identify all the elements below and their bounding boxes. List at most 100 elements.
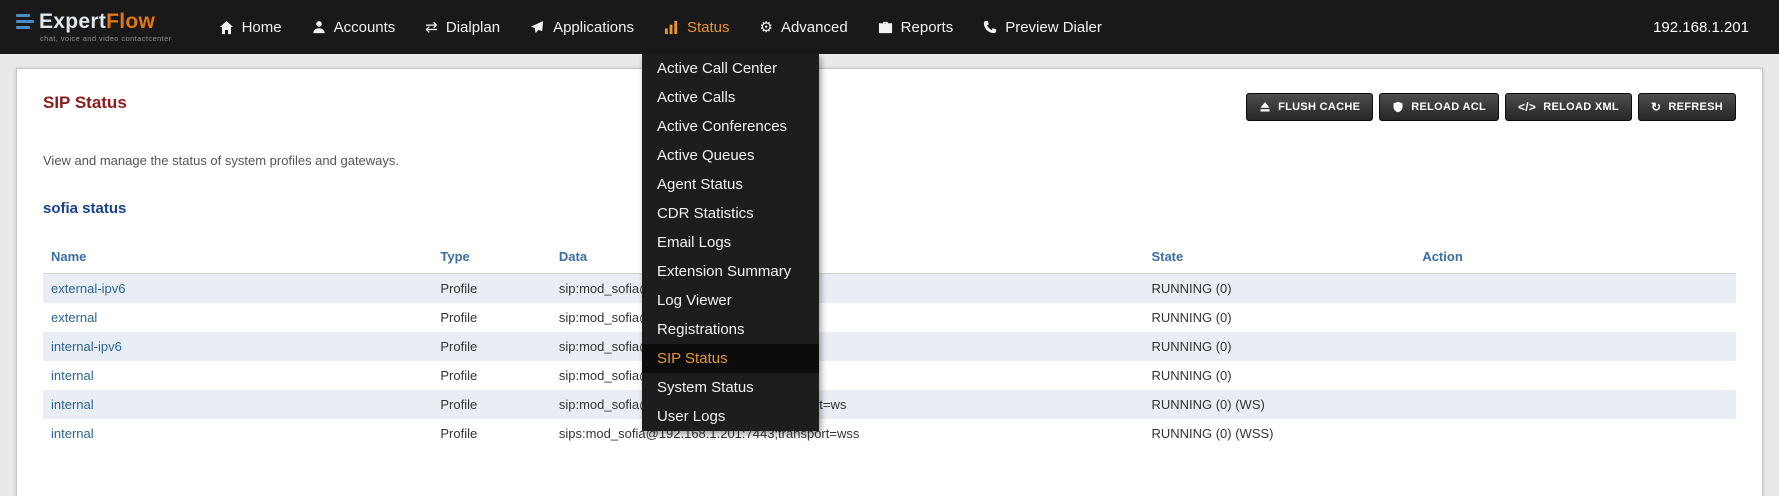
menu-item-extension-summary[interactable]: Extension Summary [642, 257, 819, 286]
nav-item-label: Home [242, 19, 282, 36]
screen: ExpertFlow chat, voice and video contact… [0, 0, 1779, 496]
nav-item-label: Dialplan [446, 19, 500, 36]
profile-name-link[interactable]: internal [51, 426, 94, 441]
menu-item-active-call-center[interactable]: Active Call Center [642, 54, 819, 83]
profile-name-link[interactable]: external-ipv6 [51, 281, 125, 296]
profile-type: Profile [432, 361, 551, 390]
menu-item-log-viewer[interactable]: Log Viewer [642, 286, 819, 315]
profile-name-link[interactable]: external [51, 310, 97, 325]
profile-action [1414, 361, 1736, 390]
bar-chart-icon [664, 20, 679, 35]
refresh-button[interactable]: ↻ REFRESH [1638, 93, 1736, 121]
nav-item-status[interactable]: Status Active Call Center Active Calls A… [649, 0, 745, 54]
profile-type: Profile [432, 390, 551, 419]
profile-action [1414, 390, 1736, 419]
home-icon [219, 20, 234, 35]
flush-cache-label: FLUSH CACHE [1278, 101, 1360, 113]
shield-icon [1392, 101, 1404, 113]
menu-item-sip-status[interactable]: SIP Status [642, 344, 819, 373]
nav-item-accounts[interactable]: Accounts [297, 0, 411, 54]
profile-data: sips:mod_sofia@192.168.1.201:7443;transp… [551, 419, 1144, 448]
profile-type: Profile [432, 303, 551, 332]
logo-bars-icon [16, 14, 34, 29]
nav-item-label: Preview Dialer [1005, 19, 1102, 36]
profile-action [1414, 303, 1736, 332]
page-title: SIP Status [43, 93, 127, 113]
menu-item-system-status[interactable]: System Status [642, 373, 819, 402]
nav-item-applications[interactable]: Applications [515, 0, 649, 54]
logo-tagline: chat, voice and video contactcenter [40, 35, 172, 43]
code-icon: </> [1518, 100, 1536, 114]
menu-item-active-calls[interactable]: Active Calls [642, 83, 819, 112]
profile-name-link[interactable]: internal [51, 368, 94, 383]
brand-flow: Flow [106, 11, 155, 32]
table-row: internal Profile sips:mod_sofia@192.168.… [43, 419, 1736, 448]
column-header-name: Name [43, 241, 432, 274]
profile-action [1414, 274, 1736, 304]
profile-state: RUNNING (0) (WS) [1143, 390, 1414, 419]
table-row: internal Profile sip:mod_sofia@192.168.1… [43, 361, 1736, 390]
profile-name-link[interactable]: internal-ipv6 [51, 339, 122, 354]
page-description: View and manage the status of system pro… [43, 153, 1736, 168]
menu-item-agent-status[interactable]: Agent Status [642, 170, 819, 199]
server-ip: 192.168.1.201 [1653, 19, 1749, 36]
menu-item-cdr-statistics[interactable]: CDR Statistics [642, 199, 819, 228]
section-heading: sofia status [43, 200, 1736, 217]
toolbar: FLUSH CACHE RELOAD ACL </> RELOAD XML ↻ … [1246, 93, 1736, 121]
column-header-data: Data [551, 241, 1144, 274]
refresh-label: REFRESH [1668, 101, 1723, 113]
nav-item-reports[interactable]: Reports [863, 0, 969, 54]
profile-name-link[interactable]: internal [51, 397, 94, 412]
profile-action [1414, 332, 1736, 361]
nav-item-label: Advanced [781, 19, 848, 36]
megaphone-icon [530, 20, 545, 35]
menu-item-email-logs[interactable]: Email Logs [642, 228, 819, 257]
profile-data: sip:mod_sofia@192.168.1.201:5072;transpo… [551, 390, 1144, 419]
menu-item-active-queues[interactable]: Active Queues [642, 141, 819, 170]
nav-item-preview-dialer[interactable]: Preview Dialer [968, 0, 1117, 54]
nav-item-label: Status [687, 19, 730, 36]
nav-item-label: Applications [553, 19, 634, 36]
table-row: internal Profile sip:mod_sofia@192.168.1… [43, 390, 1736, 419]
table-row: external-ipv6 Profile sip:mod_sofia@[::1… [43, 274, 1736, 304]
eject-icon [1259, 101, 1271, 113]
reload-acl-label: RELOAD ACL [1411, 101, 1486, 113]
menu-item-user-logs[interactable]: User Logs [642, 402, 819, 431]
card-header: SIP Status FLUSH CACHE RELOAD ACL </> RE… [43, 93, 1736, 121]
menu-item-active-conferences[interactable]: Active Conferences [642, 112, 819, 141]
profile-state: RUNNING (0) (WSS) [1143, 419, 1414, 448]
profile-action [1414, 419, 1736, 448]
nav-item-label: Reports [901, 19, 954, 36]
main-nav: Home Accounts ⇄ Dialplan Applications St… [204, 0, 1117, 54]
status-dropdown-menu: Active Call Center Active Calls Active C… [642, 54, 819, 431]
profile-data: sip:mod_sofia@192.168.1.201:5060 [551, 361, 1144, 390]
column-header-type: Type [432, 241, 551, 274]
refresh-icon: ↻ [1651, 100, 1661, 114]
table-header-row: Name Type Data State Action [43, 241, 1736, 274]
profile-state: RUNNING (0) [1143, 274, 1414, 304]
expertflow-logo[interactable]: ExpertFlow chat, voice and video contact… [16, 11, 172, 43]
nav-item-home[interactable]: Home [204, 0, 297, 54]
nav-item-dialplan[interactable]: ⇄ Dialplan [410, 0, 515, 54]
profile-data: sip:mod_sofia@[::1]:5080 [551, 274, 1144, 304]
flush-cache-button[interactable]: FLUSH CACHE [1246, 93, 1373, 121]
profile-data: sip:mod_sofia@192.168.1.201:5080 [551, 303, 1144, 332]
menu-item-registrations[interactable]: Registrations [642, 315, 819, 344]
reload-acl-button[interactable]: RELOAD ACL [1379, 93, 1499, 121]
gear-icon: ⚙ [760, 18, 773, 36]
top-navbar: ExpertFlow chat, voice and video contact… [0, 0, 1779, 54]
table-row: external Profile sip:mod_sofia@192.168.1… [43, 303, 1736, 332]
profile-state: RUNNING (0) [1143, 361, 1414, 390]
content-card: SIP Status FLUSH CACHE RELOAD ACL </> RE… [16, 68, 1763, 496]
column-header-state: State [1143, 241, 1414, 274]
profile-state: RUNNING (0) [1143, 303, 1414, 332]
brand-expert: Expert [39, 11, 106, 32]
profile-state: RUNNING (0) [1143, 332, 1414, 361]
person-icon [312, 20, 326, 34]
nav-item-advanced[interactable]: ⚙ Advanced [745, 0, 863, 54]
profile-type: Profile [432, 332, 551, 361]
profile-data: sip:mod_sofia@[::1]:5060 [551, 332, 1144, 361]
profile-type: Profile [432, 419, 551, 448]
briefcase-icon [878, 20, 893, 35]
reload-xml-button[interactable]: </> RELOAD XML [1505, 93, 1632, 121]
